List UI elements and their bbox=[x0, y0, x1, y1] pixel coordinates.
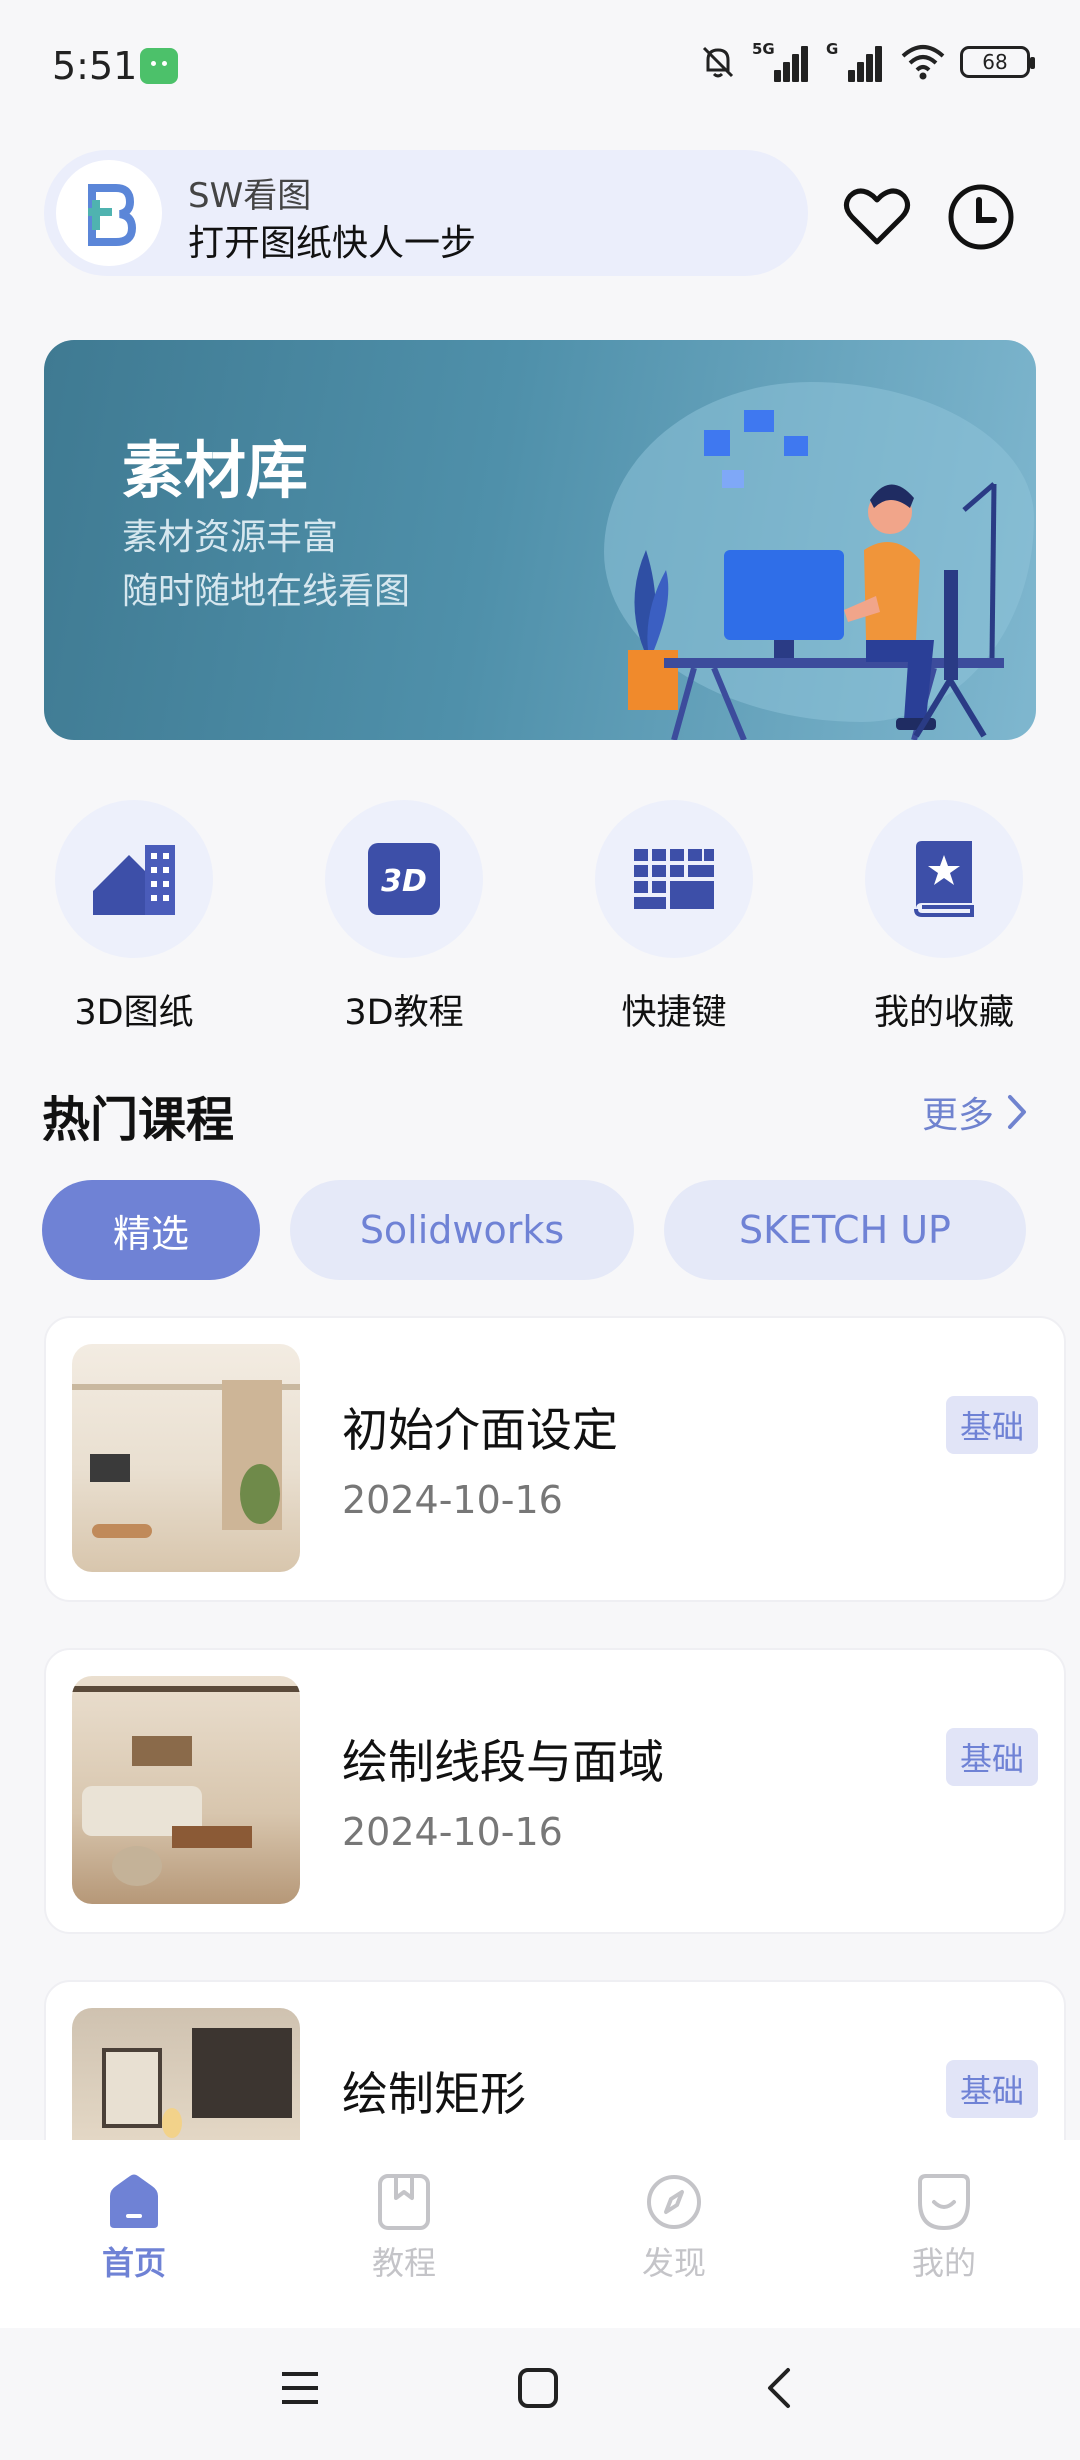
course-title: 绘制线段与面域 bbox=[342, 1735, 664, 1789]
quick-label-my-favorites: 我的收藏 bbox=[873, 993, 1014, 1033]
course-thumbnail bbox=[72, 1676, 300, 1904]
quick-3d-drawings[interactable]: 3D图纸 bbox=[34, 800, 234, 1035]
battery-level: 68 bbox=[982, 50, 1008, 74]
filter-chip-label: SKETCH UP bbox=[739, 1208, 951, 1252]
3d-icon-text: 3D bbox=[381, 864, 427, 899]
material-library-banner[interactable]: 素材库 素材资源丰富 随时随地在线看图 bbox=[44, 340, 1036, 740]
filter-chip-sketchup[interactable]: SKETCH UP bbox=[664, 1180, 1026, 1280]
nav-label: 教程 bbox=[371, 2244, 436, 2282]
nav-label: 发现 bbox=[641, 2244, 706, 2282]
filter-chip-label: Solidworks bbox=[359, 1208, 565, 1252]
quick-label-3d-drawings: 3D图纸 bbox=[74, 993, 194, 1033]
home-square-icon[interactable] bbox=[516, 2366, 560, 2410]
keyboard-icon bbox=[634, 849, 714, 909]
signal-g-icon: G bbox=[826, 40, 886, 82]
clock-icon[interactable] bbox=[944, 180, 1018, 254]
signal-5g-label: 5G bbox=[752, 40, 775, 58]
signal-g-label: G bbox=[826, 40, 839, 58]
system-navigation-bar bbox=[0, 2328, 1080, 2460]
nav-label: 我的 bbox=[911, 2244, 976, 2282]
status-time: 5:51 bbox=[52, 44, 138, 88]
heart-icon[interactable] bbox=[840, 180, 914, 254]
menu-icon[interactable] bbox=[278, 2366, 322, 2410]
nav-home[interactable]: 首页 bbox=[34, 2172, 234, 2284]
course-title: 初始介面设定 bbox=[342, 1403, 618, 1457]
filter-chip-solidworks[interactable]: Solidworks bbox=[290, 1180, 634, 1280]
nav-tutorials[interactable]: 教程 bbox=[304, 2172, 504, 2284]
course-date: 2024-10-16 bbox=[342, 1478, 563, 1522]
course-title: 绘制矩形 bbox=[342, 2067, 526, 2121]
nav-profile[interactable]: 我的 bbox=[844, 2172, 1044, 2284]
home-icon bbox=[110, 2174, 158, 2228]
banner-subtitle-2: 随时随地在线看图 bbox=[122, 571, 411, 612]
level-badge: 基础 bbox=[945, 1396, 1038, 1454]
status-bar: 5:51 5G G 68 bbox=[0, 0, 1080, 134]
app-header-pill[interactable]: SW看图 打开图纸快人一步 bbox=[44, 150, 808, 276]
quick-shortcuts[interactable]: 快捷键 bbox=[574, 800, 774, 1035]
app-slogan: 打开图纸快人一步 bbox=[188, 223, 477, 264]
star-book-icon bbox=[914, 841, 974, 917]
level-badge: 基础 bbox=[945, 1728, 1038, 1786]
quick-label-shortcuts: 快捷键 bbox=[621, 993, 727, 1033]
banner-title: 素材库 bbox=[122, 434, 309, 507]
profile-face-icon bbox=[918, 2174, 970, 2231]
bottom-nav: 首页 教程 发现 我的 bbox=[0, 2140, 1080, 2328]
status-icons: 5G G 68 bbox=[698, 40, 1035, 82]
more-label: 更多 bbox=[922, 1095, 995, 1136]
compass-icon bbox=[647, 2175, 701, 2229]
quick-my-favorites[interactable]: 我的收藏 bbox=[844, 800, 1044, 1035]
more-link[interactable]: 更多 bbox=[922, 1086, 1028, 1138]
course-date: 2024-10-16 bbox=[342, 1810, 563, 1854]
banner-subtitle-1: 素材资源丰富 bbox=[122, 517, 339, 558]
app-name: SW看图 bbox=[188, 176, 312, 216]
filter-chip-label: 精选 bbox=[112, 1211, 189, 1256]
designer-illustration bbox=[628, 410, 1004, 740]
section-title: 热门课程 bbox=[42, 1092, 235, 1148]
course-card[interactable]: 初始介面设定 2024-10-16 基础 bbox=[44, 1316, 1066, 1602]
level-badge: 基础 bbox=[945, 2060, 1038, 2118]
bookmark-book-icon bbox=[378, 2174, 430, 2230]
3d-icon: 3D bbox=[368, 843, 440, 915]
app-logo bbox=[56, 160, 162, 266]
bell-muted-icon bbox=[702, 46, 734, 78]
quick-label-3d-tutorial: 3D教程 bbox=[344, 993, 464, 1033]
course-card[interactable]: 绘制线段与面域 2024-10-16 基础 bbox=[44, 1648, 1066, 1934]
back-icon[interactable] bbox=[758, 2366, 802, 2410]
nav-discover[interactable]: 发现 bbox=[574, 2172, 774, 2284]
course-thumbnail bbox=[72, 1344, 300, 1572]
quick-3d-tutorial[interactable]: 3D 3D教程 bbox=[304, 800, 504, 1035]
wifi-icon bbox=[901, 45, 945, 80]
android-notification-icon bbox=[140, 48, 178, 84]
signal-5g-icon: 5G bbox=[752, 40, 812, 82]
battery-indicator: 68 bbox=[960, 46, 1035, 78]
filter-chip-featured[interactable]: 精选 bbox=[42, 1180, 260, 1280]
chevron-right-icon bbox=[1008, 1095, 1027, 1129]
nav-label: 首页 bbox=[101, 2244, 166, 2282]
drawing-blocks-icon bbox=[93, 845, 175, 915]
